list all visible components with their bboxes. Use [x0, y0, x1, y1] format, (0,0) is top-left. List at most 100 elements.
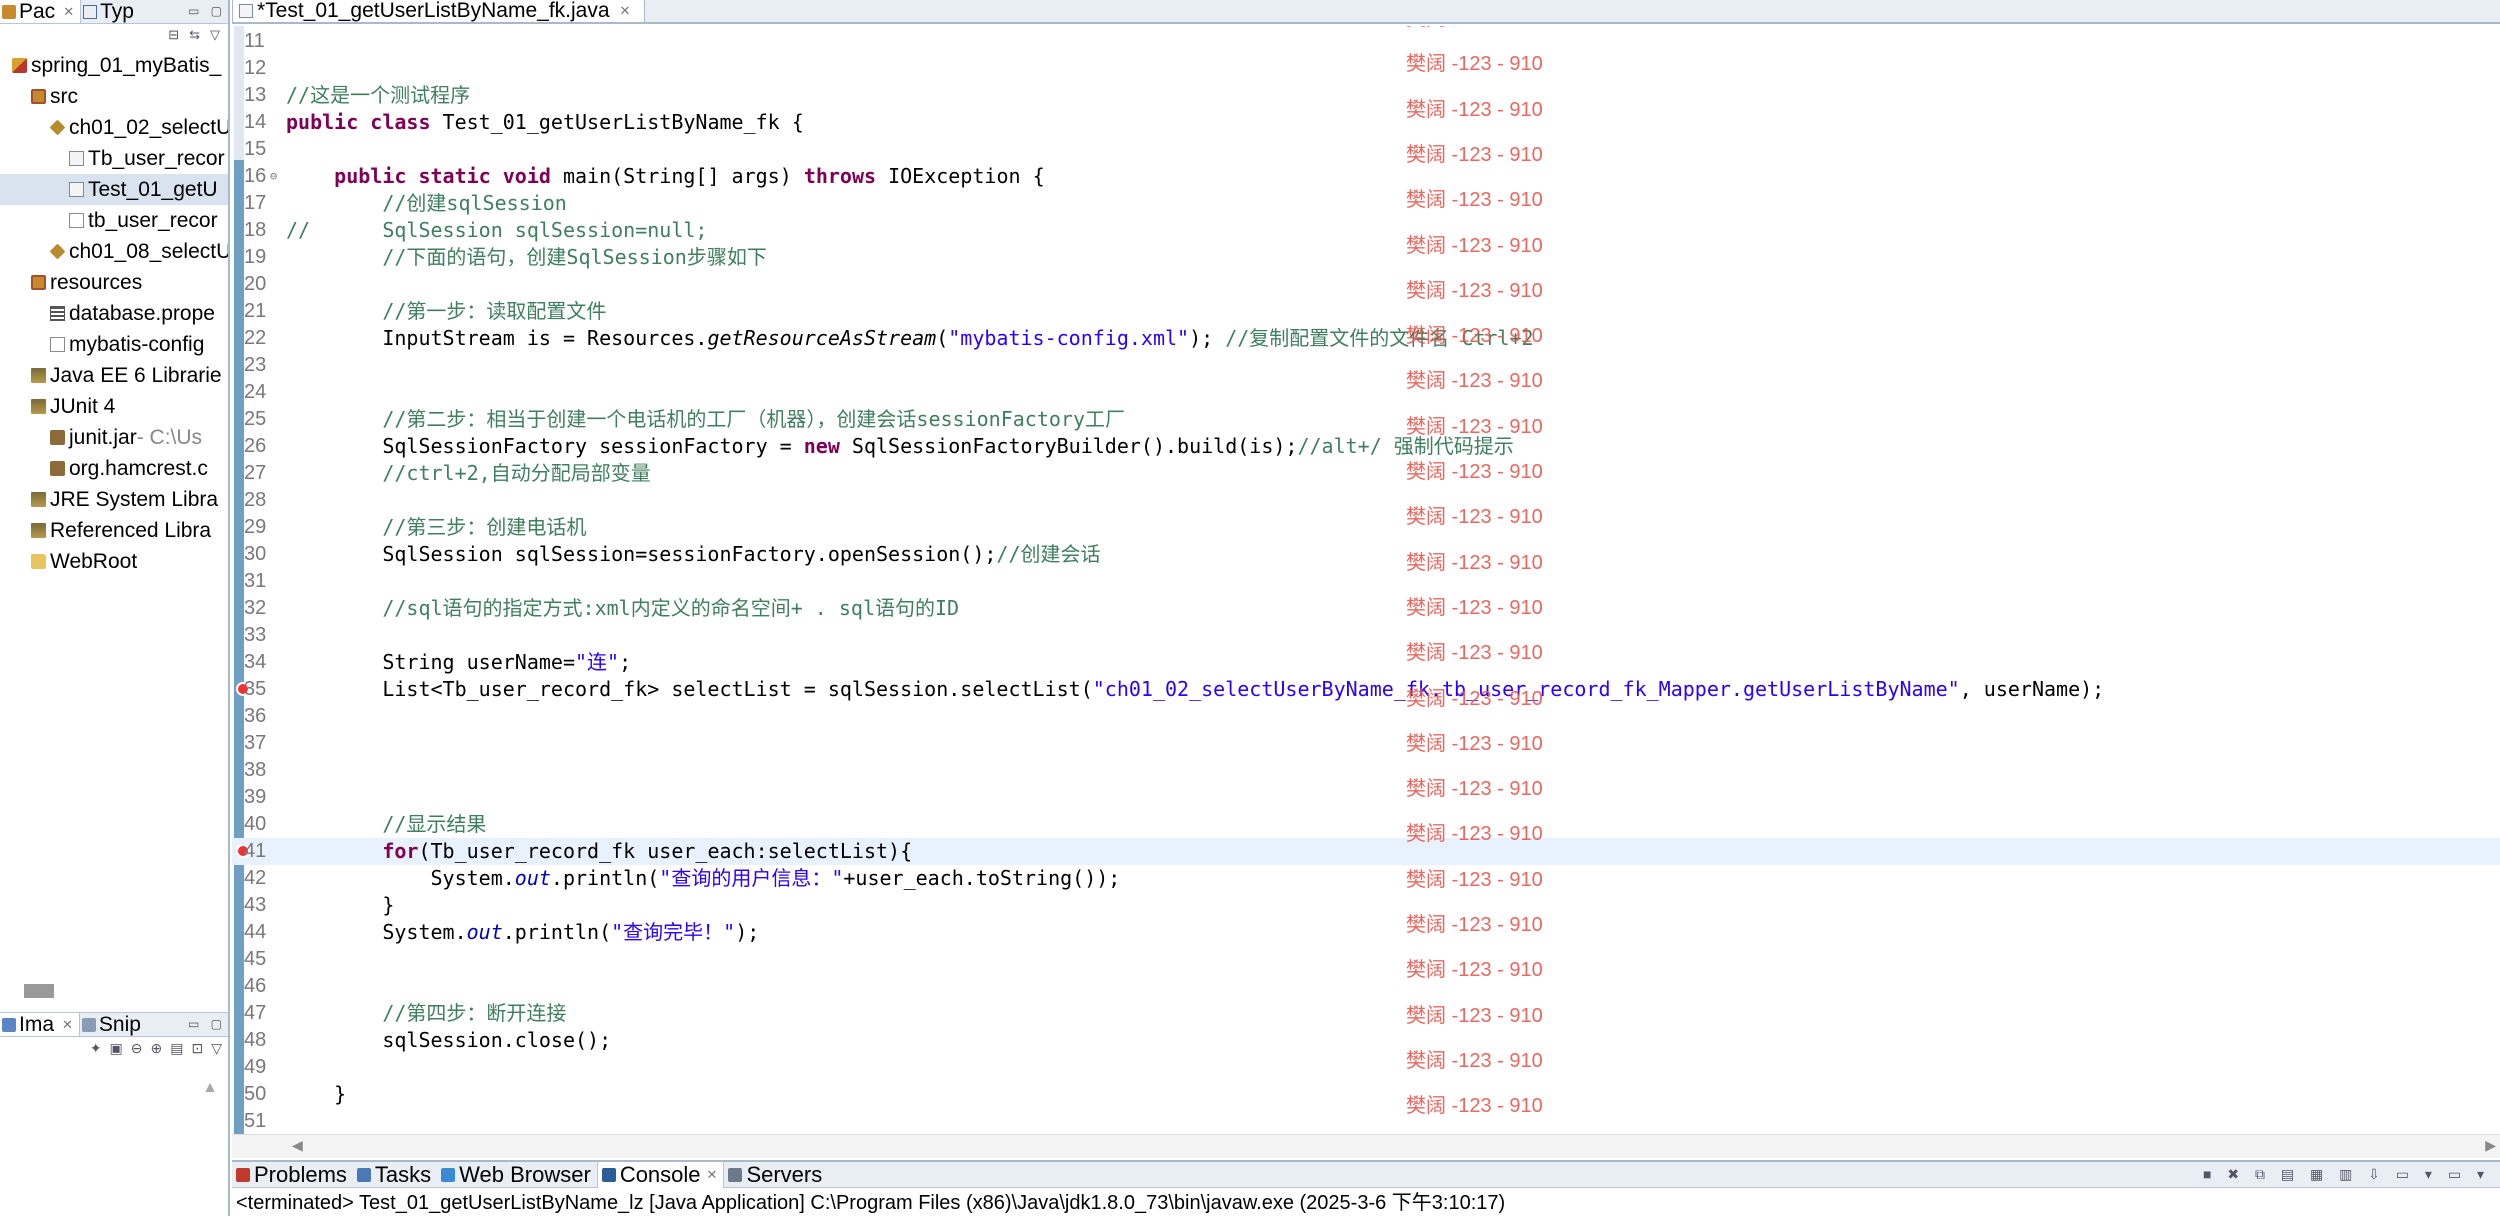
tree-item[interactable]: WebRoot — [0, 546, 228, 577]
code-line[interactable]: 44 System.out.println("查询完毕！"); — [232, 919, 2500, 946]
tab-tasks[interactable]: Tasks — [353, 1162, 437, 1188]
code-line[interactable]: 31 — [232, 568, 2500, 595]
tab-snippets[interactable]: Snip — [80, 1013, 147, 1036]
collapse-all-icon[interactable]: ⊟ — [168, 27, 179, 43]
zoom-in-icon[interactable]: ⊕ — [151, 1040, 163, 1057]
code-line[interactable]: 43 } — [232, 892, 2500, 919]
tree-item[interactable]: src — [0, 81, 228, 112]
code-line[interactable]: 50 } — [232, 1081, 2500, 1108]
tree-item[interactable]: resources — [0, 267, 228, 298]
code-line[interactable]: 22 InputStream is = Resources.getResourc… — [232, 325, 2500, 352]
close-icon[interactable]: ✕ — [620, 3, 631, 19]
close-icon[interactable]: ✕ — [707, 1167, 718, 1183]
code-line[interactable]: 26 SqlSessionFactory sessionFactory = ne… — [232, 433, 2500, 460]
code-line[interactable]: 51 — [232, 1108, 2500, 1135]
tree-item[interactable]: ch01_02_selectU — [0, 112, 228, 143]
tab-problems[interactable]: Problems — [232, 1162, 353, 1188]
tree-item[interactable]: spring_01_myBatis_ — [0, 50, 228, 81]
code-line[interactable]: 21 //第一步：读取配置文件 — [232, 298, 2500, 325]
project-icon — [12, 58, 27, 73]
code-line[interactable]: 13 //这是一个测试程序 — [232, 82, 2500, 109]
code-token: //创建会话 — [996, 542, 1101, 566]
code-line[interactable]: 41 for(Tb_user_record_fk user_each:selec… — [232, 838, 2500, 865]
code-line[interactable]: 42 System.out.println("查询的用户信息："+user_ea… — [232, 865, 2500, 892]
close-icon[interactable]: ✕ — [63, 4, 74, 20]
code-line[interactable]: 15 — [232, 136, 2500, 163]
view-window-controls[interactable]: ▭ ▢ — [188, 1017, 226, 1031]
pin-icon[interactable]: ✦ — [90, 1040, 102, 1057]
code-line[interactable]: 39 — [232, 784, 2500, 811]
tab-type-hierarchy[interactable]: Typ — [81, 0, 140, 23]
view-menu-icon[interactable]: ▽ — [211, 1040, 222, 1057]
tree-item[interactable]: Java EE 6 Librarie — [0, 360, 228, 391]
tree-item[interactable]: JUnit 4 — [0, 391, 228, 422]
code-token: String userName= — [286, 650, 575, 674]
code-line[interactable]: 38 — [232, 757, 2500, 784]
tree-item[interactable]: Test_01_getU — [0, 174, 228, 205]
tree-item[interactable]: tb_user_recor — [0, 205, 228, 236]
view-menu-icon[interactable]: ▽ — [210, 27, 220, 43]
tree-item[interactable]: Tb_user_recor — [0, 143, 228, 174]
code-line[interactable]: 49 — [232, 1054, 2500, 1081]
tab-image[interactable]: Ima ✕ — [0, 1013, 80, 1036]
zoom-out-icon[interactable]: ⊖ — [131, 1040, 143, 1057]
code-line[interactable]: 45 — [232, 946, 2500, 973]
link-with-editor-icon[interactable]: ⇆ — [189, 27, 200, 43]
image-icon[interactable]: ▣ — [110, 1040, 123, 1057]
code-line[interactable]: 29 //第三步：创建电话机 — [232, 514, 2500, 541]
code-line[interactable]: 33 — [232, 622, 2500, 649]
scroll-up-icon[interactable]: ▲ — [202, 1079, 218, 1097]
tree-item[interactable]: mybatis-config — [0, 329, 228, 360]
original-size-icon[interactable]: ⊡ — [191, 1040, 203, 1057]
code-line[interactable]: 32 //sql语句的指定方式:xml内定义的命名空间+ . sql语句的ID — [232, 595, 2500, 622]
code-line[interactable]: 27 //ctrl+2,自动分配局部变量 — [232, 460, 2500, 487]
tree-item[interactable]: ch01_08_selectU — [0, 236, 228, 267]
code-line[interactable]: 48 sqlSession.close(); — [232, 1027, 2500, 1054]
code-line[interactable]: 28 — [232, 487, 2500, 514]
code-line[interactable]: 16 ⊖ public static void main(String[] arg… — [232, 163, 2500, 190]
code-line[interactable]: 35 List<Tb_user_record_fk> selectList = … — [232, 676, 2500, 703]
code-line[interactable]: 12 — [232, 55, 2500, 82]
scroll-left-icon[interactable]: ◀ — [292, 1137, 303, 1154]
code-line[interactable]: 14 public class Test_01_getUserListByName… — [232, 109, 2500, 136]
code-line[interactable]: 34 String userName="连"; — [232, 649, 2500, 676]
tab-web-browser[interactable]: Web Browser — [437, 1162, 597, 1188]
fold-icon[interactable]: ⊖ — [270, 163, 277, 190]
tree-scrollbar[interactable] — [24, 984, 54, 998]
console-toolbar[interactable]: ■ ✖ ⧉ ▤ ▦ ▥ ⇩ ▭ ▾ ▭ ▾ — [2203, 1166, 2500, 1183]
tab-servers[interactable]: Servers — [724, 1162, 828, 1188]
fit-icon[interactable]: ▤ — [170, 1040, 183, 1057]
tab-console[interactable]: Console ✕ — [596, 1161, 725, 1188]
close-icon[interactable]: ✕ — [62, 1017, 73, 1033]
code-line[interactable]: 37 — [232, 730, 2500, 757]
tree-item[interactable]: org.hamcrest.c — [0, 453, 228, 484]
code-line[interactable]: 36 — [232, 703, 2500, 730]
tasks-icon — [356, 1167, 371, 1182]
tree-item[interactable]: JRE System Libra — [0, 484, 228, 515]
code-line[interactable]: 24 — [232, 379, 2500, 406]
line-number: 51 — [244, 1110, 267, 1132]
tab-label: Web Browser — [459, 1161, 591, 1187]
code-line[interactable]: 18 // SqlSession sqlSession=null; — [232, 217, 2500, 244]
code-line[interactable]: 30 SqlSession sqlSession=sessionFactory.… — [232, 541, 2500, 568]
code-line[interactable]: 20 — [232, 271, 2500, 298]
code-line[interactable]: 23 — [232, 352, 2500, 379]
code-area[interactable]: 11 12 13 //这是一个测试程序 14 public class Test_01_g… — [232, 26, 2500, 1136]
scroll-right-icon[interactable]: ▶ — [2485, 1137, 2496, 1154]
tree-item[interactable]: database.prope — [0, 298, 228, 329]
code-line[interactable]: 40 //显示结果 — [232, 811, 2500, 838]
editor-horizontal-scrollbar[interactable]: ◀ ▶ — [232, 1134, 2500, 1158]
tree-item[interactable]: junit.jar - C:\Us — [0, 422, 228, 453]
code-line[interactable]: 17 //创建sqlSession — [232, 190, 2500, 217]
tab-package-explorer[interactable]: Pac ✕ — [0, 0, 82, 23]
view-window-controls[interactable]: ▭ ▢ — [188, 4, 226, 18]
code-line[interactable]: 11 — [232, 28, 2500, 55]
tree-item[interactable]: Referenced Libra — [0, 515, 228, 546]
code-line[interactable]: 25 //第二步：相当于创建一个电话机的工厂（机器），创建会话sessionFa… — [232, 406, 2500, 433]
code-line[interactable]: 47 //第四步：断开连接 — [232, 1000, 2500, 1027]
code-line[interactable]: 19 //下面的语句，创建SqlSession步骤如下 — [232, 244, 2500, 271]
watermark-text: 樊阔 -123 - 910 — [1406, 868, 1543, 891]
code-line[interactable]: 46 — [232, 973, 2500, 1000]
editor-tab[interactable]: *Test_01_getUserListByName_fk.java ✕ — [232, 0, 646, 22]
